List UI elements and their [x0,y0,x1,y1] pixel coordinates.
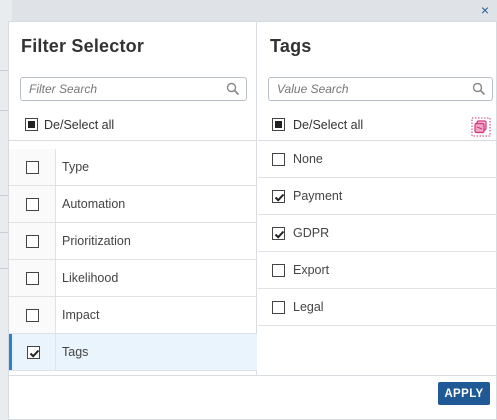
checkbox-checked-icon[interactable] [27,345,40,359]
filter-item-likelihood[interactable]: Likelihood [9,260,257,297]
checkbox-icon[interactable] [25,197,39,211]
tag-item-label: Export [293,263,330,277]
tag-values-list: None Payment GDPR Export Legal [258,141,497,326]
checkbox-cell [9,186,56,222]
tag-item-label: GDPR [293,226,330,240]
filter-selector-panel: Filter Selector De/Select all Type Autom… [9,22,257,375]
select-all-filters[interactable]: De/Select all [9,109,257,141]
checkbox-icon[interactable] [272,263,285,277]
filter-selector-title: Filter Selector [21,36,145,56]
filter-item-prioritization[interactable]: Prioritization [9,223,257,260]
select-all-checkbox[interactable] [272,118,285,131]
filter-item-impact[interactable]: Impact [9,297,257,334]
tags-title: Tags [270,36,312,56]
checkbox-cell [9,149,56,185]
select-all-tags[interactable]: De/Select all [258,109,497,141]
select-all-label: De/Select all [44,117,115,132]
tag-item-none[interactable]: None [258,141,497,178]
checkbox-cell [9,334,56,370]
checkbox-icon[interactable] [25,271,39,285]
filter-item-automation[interactable]: Automation [9,186,257,223]
tag-item-label: Payment [293,189,343,203]
filter-item-label: Tags [62,345,89,359]
filter-search-field[interactable] [20,77,247,101]
checkbox-icon[interactable] [25,160,39,174]
value-search-input[interactable] [269,78,492,100]
tag-item-legal[interactable]: Legal [258,289,497,326]
search-icon [472,82,486,96]
clear-selection-icon[interactable] [471,117,491,137]
filter-item-label: Impact [62,308,100,322]
filter-item-tags[interactable]: Tags [9,334,257,371]
filter-list: Type Automation Prioritization Likelihoo… [9,149,257,371]
tag-item-label: Legal [293,300,324,314]
close-icon[interactable]: × [477,2,493,18]
checkbox-cell [9,297,56,333]
filter-item-label: Prioritization [62,234,131,248]
tag-item-export[interactable]: Export [258,252,497,289]
tag-item-label: None [293,152,323,166]
tag-item-gdpr[interactable]: GDPR [258,215,497,252]
filter-item-label: Type [62,160,90,174]
value-search-field[interactable] [268,77,493,101]
checkbox-checked-icon[interactable] [272,189,285,203]
select-all-label: De/Select all [293,117,364,132]
footer-divider [9,375,497,376]
tags-panel: Tags De/Select all None [258,22,497,375]
checkbox-icon[interactable] [272,300,285,314]
select-all-checkbox[interactable] [25,118,38,131]
filter-item-label: Automation [62,197,126,211]
checkbox-checked-icon[interactable] [272,226,285,240]
filter-item-label: Likelihood [62,271,119,285]
tag-item-payment[interactable]: Payment [258,178,497,215]
filter-search-input[interactable] [21,78,246,100]
apply-button[interactable]: APPLY [438,382,490,405]
filter-dialog: Filter Selector De/Select all Type Autom… [8,21,497,420]
checkbox-icon[interactable] [272,152,285,166]
checkbox-icon[interactable] [25,234,39,248]
checkbox-cell [9,260,56,296]
search-icon [226,82,240,96]
filter-item-type[interactable]: Type [9,149,257,186]
checkbox-icon[interactable] [25,308,39,322]
checkbox-cell [9,223,56,259]
